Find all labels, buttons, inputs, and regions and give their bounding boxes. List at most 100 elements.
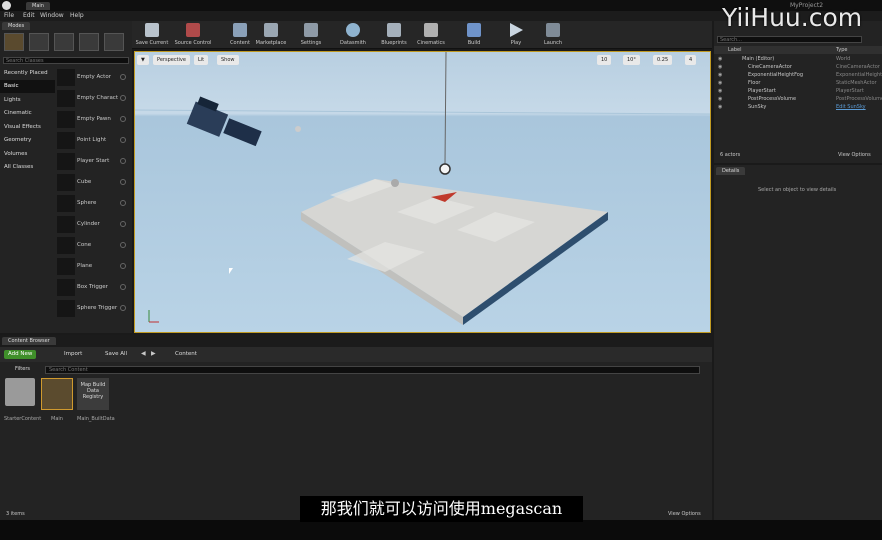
launch-button[interactable]: Launch — [540, 23, 566, 48]
place-item-cylinder[interactable]: Cylinder — [55, 215, 130, 235]
search-classes-input[interactable]: Search Classes — [3, 57, 129, 64]
category-volumes[interactable]: Volumes — [0, 148, 55, 161]
rotation-snap-value[interactable]: 10° — [623, 55, 640, 65]
back-icon[interactable]: ◀ — [141, 350, 146, 357]
outliner-view-options[interactable]: View Options — [838, 152, 871, 158]
marketplace-button[interactable]: Marketplace — [254, 23, 288, 48]
perspective-button[interactable]: Perspective — [153, 55, 190, 65]
place-item-player-start[interactable]: Player Start — [55, 152, 130, 172]
details-tab[interactable]: Details — [716, 167, 746, 175]
label-column-header[interactable]: Label — [728, 47, 742, 53]
menu-edit[interactable]: Edit — [23, 12, 35, 19]
save-current-button[interactable]: Save Current — [134, 23, 170, 48]
post-process-icon[interactable] — [391, 179, 399, 187]
foliage-mode-icon[interactable] — [79, 33, 99, 51]
outliner-row[interactable]: ◉ Floor StaticMeshActor — [714, 80, 882, 88]
eye-icon[interactable]: ◉ — [718, 88, 722, 94]
level-tab[interactable]: Main — [26, 2, 50, 10]
show-button[interactable]: Show — [217, 55, 239, 65]
place-mode-icon[interactable] — [4, 33, 24, 51]
place-item-empty-character[interactable]: Empty Charact — [55, 89, 130, 109]
category-visual-effects[interactable]: Visual Effects — [0, 121, 55, 134]
cine-camera-icon[interactable] — [186, 96, 262, 147]
import-button[interactable]: Import — [64, 351, 82, 357]
asset-main-builtdata[interactable]: Map Build Data Registry Main_BuiltData — [77, 378, 115, 422]
place-item-sphere-trigger[interactable]: Sphere Trigger — [55, 299, 130, 319]
help-icon[interactable] — [120, 221, 126, 227]
category-lights[interactable]: Lights — [0, 94, 55, 107]
sun-icon[interactable] — [439, 163, 451, 175]
place-item-point-light[interactable]: Point Light — [55, 131, 130, 151]
help-icon[interactable] — [120, 95, 126, 101]
menu-help[interactable]: Help — [70, 12, 84, 19]
lit-button[interactable]: Lit — [194, 55, 209, 65]
scale-snap-value[interactable]: 0.25 — [653, 55, 673, 65]
search-content-input[interactable]: Search Content — [45, 366, 700, 374]
edit-sunsky-link[interactable]: Edit SunSky — [836, 104, 866, 110]
help-icon[interactable] — [120, 116, 126, 122]
landscape-mode-icon[interactable] — [54, 33, 74, 51]
play-button[interactable]: Play — [504, 23, 528, 48]
help-icon[interactable] — [120, 242, 126, 248]
place-item-box-trigger[interactable]: Box Trigger — [55, 278, 130, 298]
settings-button[interactable]: Settings — [296, 23, 326, 48]
help-icon[interactable] — [120, 179, 126, 185]
build-button[interactable]: Build — [462, 23, 486, 48]
outliner-search-input[interactable]: Search... — [717, 36, 862, 43]
folder-starter-content[interactable]: StarterContent — [4, 378, 41, 422]
asset-main-map[interactable]: Main — [41, 378, 73, 422]
eye-icon[interactable]: ◉ — [718, 80, 722, 86]
modes-tab[interactable]: Modes — [2, 22, 31, 30]
grid-snap-value[interactable]: 10 — [597, 55, 612, 65]
outliner-row[interactable]: ◉ PlayerStart PlayerStart — [714, 88, 882, 96]
place-item-sphere[interactable]: Sphere — [55, 194, 130, 214]
save-all-button[interactable]: Save All — [105, 351, 127, 357]
eye-icon[interactable]: ◉ — [718, 104, 722, 110]
filters-button[interactable]: Filters — [15, 366, 30, 372]
outliner-row[interactable]: ◉ExponentialHeightFogExponentialHeightFo… — [714, 72, 882, 80]
cinematics-button[interactable]: Cinematics — [414, 23, 448, 48]
help-icon[interactable] — [120, 158, 126, 164]
fog-icon[interactable] — [295, 126, 301, 132]
eye-icon[interactable]: ◉ — [718, 64, 722, 70]
content-browser-tab[interactable]: Content Browser — [2, 337, 56, 345]
source-control-button[interactable]: Source Control — [172, 23, 214, 48]
help-icon[interactable] — [120, 74, 126, 80]
eye-icon[interactable]: ◉ — [718, 96, 722, 102]
help-icon[interactable] — [120, 263, 126, 269]
place-item-empty-pawn[interactable]: Empty Pawn — [55, 110, 130, 130]
eye-icon[interactable]: ◉ — [718, 72, 722, 78]
type-column-header[interactable]: Type — [836, 47, 847, 53]
path-breadcrumb[interactable]: Content — [175, 351, 197, 357]
category-basic[interactable]: Basic — [0, 80, 55, 93]
add-new-button[interactable]: Add New — [4, 350, 37, 359]
level-viewport[interactable]: ▼ Perspective Lit Show 10 10° 0.25 4 — [134, 51, 711, 333]
category-recently-placed[interactable]: Recently Placed — [0, 67, 55, 80]
paint-mode-icon[interactable] — [29, 33, 49, 51]
geometry-mode-icon[interactable] — [104, 33, 124, 51]
help-icon[interactable] — [120, 200, 126, 206]
category-cinematic[interactable]: Cinematic — [0, 107, 55, 120]
content-button[interactable]: Content — [226, 23, 254, 48]
camera-speed-value[interactable]: 4 — [685, 55, 697, 65]
outliner-row[interactable]: ◉ CineCameraActor CineCameraActor — [714, 64, 882, 72]
outliner-row[interactable]: ◉ Main (Editor) World — [714, 56, 882, 64]
outliner-row[interactable]: ◉ PostProcessVolume PostProcessVolume — [714, 96, 882, 104]
place-item-empty-actor[interactable]: Empty Actor — [55, 68, 130, 88]
help-icon[interactable] — [120, 305, 126, 311]
menu-window[interactable]: Window — [40, 12, 64, 19]
forward-icon[interactable]: ▶ — [151, 350, 156, 357]
blueprints-button[interactable]: Blueprints — [378, 23, 410, 48]
help-icon[interactable] — [120, 137, 126, 143]
place-item-cube[interactable]: Cube — [55, 173, 130, 193]
content-view-options[interactable]: View Options — [668, 511, 701, 517]
category-geometry[interactable]: Geometry — [0, 134, 55, 147]
viewport-menu-button[interactable]: ▼ — [137, 55, 149, 65]
place-item-cone[interactable]: Cone — [55, 236, 130, 256]
place-item-plane[interactable]: Plane — [55, 257, 130, 277]
datasmith-button[interactable]: Datasmith — [338, 23, 368, 48]
category-all-classes[interactable]: All Classes — [0, 161, 55, 174]
outliner-row[interactable]: ◉ SunSky Edit SunSky — [714, 104, 882, 112]
help-icon[interactable] — [120, 284, 126, 290]
eye-icon[interactable]: ◉ — [718, 56, 722, 62]
